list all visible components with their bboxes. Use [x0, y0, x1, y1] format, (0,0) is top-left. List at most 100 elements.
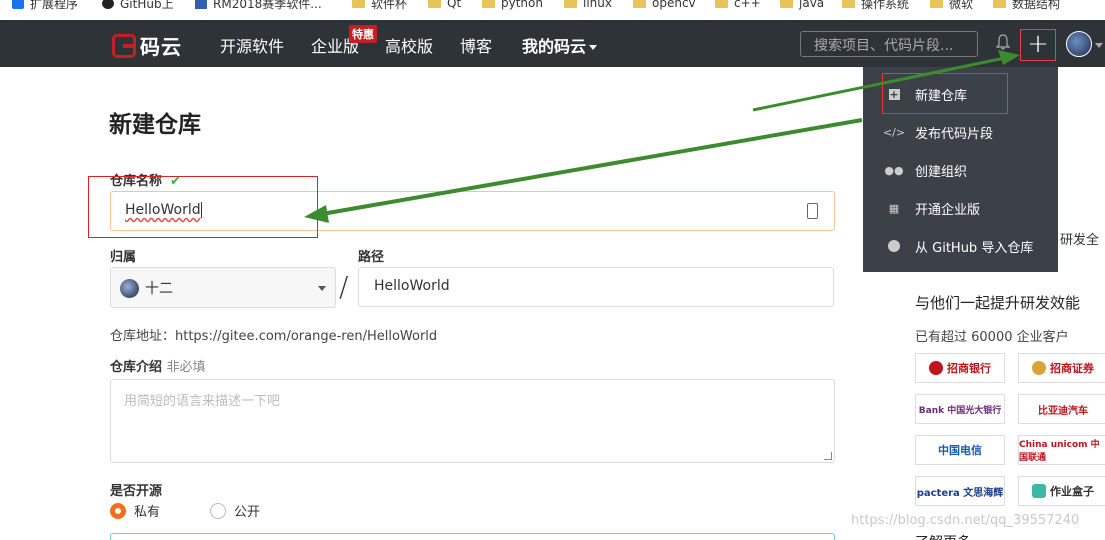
user-avatar[interactable] [1066, 31, 1092, 57]
folder-icon [993, 0, 1006, 8]
bookmarks-bar: 扩展程序 GitHub上 RM2018赛季软件... 软件杯 Qt python… [0, 0, 1105, 20]
public-label[interactable]: 公开 [234, 501, 260, 520]
menu-item-import-github[interactable]: 从 GitHub 导入仓库 [863, 227, 1058, 265]
client-logo-label: 中国电信 [938, 444, 982, 457]
menu-item-create-org[interactable]: ●● 创建组织 [863, 151, 1058, 189]
owner-value: 十二 [145, 281, 173, 297]
resize-handle[interactable] [824, 452, 832, 460]
bookmark-folder[interactable]: Qt [428, 0, 461, 13]
bookmark-label: GitHub上 [120, 0, 174, 11]
page-title: 新建仓库 [109, 112, 201, 138]
intro-label-text: 仓库介绍 [110, 360, 163, 375]
menu-item-label: 开通企业版 [915, 202, 981, 218]
client-logo: pactera 文思海辉 [915, 476, 1005, 506]
open-source-label: 是否开源 [110, 484, 163, 499]
learn-more[interactable]: 了解更多 [915, 532, 971, 540]
bookmark-extensions[interactable]: 扩展程序 [12, 0, 78, 13]
zybox-logo-icon [1032, 484, 1046, 498]
client-logo-label: 作业盒子 [1050, 485, 1094, 498]
github-icon [887, 239, 901, 253]
chevron-down-icon [318, 286, 326, 291]
cmb-logo-icon [929, 361, 943, 375]
folder-icon [715, 0, 728, 8]
client-logo-label: China unicom 中国联通 [1019, 440, 1100, 463]
nav-my-gitee-label: 我的码云 [522, 37, 587, 56]
puzzle-icon [12, 0, 24, 9]
client-logo-label: Bank 中国光大银行 [918, 405, 1002, 416]
client-logo-label: 比亚迪汽车 [1038, 405, 1088, 417]
github-icon [102, 0, 114, 9]
bookmark-rm2018[interactable]: RM2018赛季软件... [195, 0, 322, 13]
bell-icon[interactable] [996, 34, 1010, 50]
intro-placeholder: 用简短的语言来描述一下吧 [124, 394, 281, 409]
bookmark-folder[interactable]: 操作系统 [842, 0, 909, 13]
intro-textarea[interactable]: 用简短的语言来描述一下吧 [110, 379, 835, 463]
client-logo: Bank 中国光大银行 [915, 394, 1005, 424]
bookmark-folder[interactable]: linux [564, 0, 612, 13]
field-assist-icon[interactable] [807, 203, 818, 219]
bookmark-folder[interactable]: 微软 [930, 0, 973, 13]
bookmark-folder[interactable]: opencv [633, 0, 696, 13]
nav-open-source[interactable]: 开源软件 [220, 33, 284, 57]
building-icon: ▦ [888, 201, 900, 215]
users-icon: ●● [884, 163, 904, 177]
folder-icon [930, 0, 943, 8]
bookmark-label: python [501, 0, 543, 10]
side-heading: 与他们一起提升研发效能 [915, 294, 1081, 312]
private-label[interactable]: 私有 [134, 501, 160, 520]
visibility-radio-group: 私有 公开 [110, 501, 260, 520]
bookmark-folder[interactable]: python [482, 0, 543, 13]
repo-address: 仓库地址：https://gitee.com/orange-ren/HelloW… [110, 329, 438, 344]
client-logo: 招商证券 [1018, 353, 1105, 383]
menu-item-label: 从 GitHub 导入仓库 [915, 240, 1034, 256]
watermark: https://blog.csdn.net/qq_39557240 [851, 513, 1080, 528]
bookmark-github[interactable]: GitHub上 [102, 0, 174, 13]
top-nav: 码云 开源软件 企业版 特惠 高校版 博客 我的码云 搜索项目、代码片段... … [0, 20, 1105, 67]
bookmark-folder[interactable]: java [780, 0, 824, 13]
public-radio[interactable] [210, 502, 227, 519]
annotation-box-new-repo [882, 73, 1008, 114]
bookmark-label: 数据结构 [1012, 0, 1061, 11]
path-input[interactable]: HelloWorld [358, 267, 834, 307]
bookmark-label: 软件杯 [371, 0, 408, 11]
bookmark-label: c++ [734, 0, 761, 10]
screen: 扩展程序 GitHub上 RM2018赛季软件... 软件杯 Qt python… [0, 0, 1105, 540]
intro-label: 仓库介绍 非必填 [110, 356, 206, 375]
folder-icon [780, 0, 793, 8]
bookmark-label: opencv [652, 0, 696, 10]
bookmark-label: RM2018赛季软件... [213, 0, 322, 11]
bookmark-folder[interactable]: 数据结构 [993, 0, 1060, 13]
bookmark-site-icon [195, 0, 207, 9]
next-field-box[interactable] [110, 533, 835, 540]
private-radio[interactable] [110, 502, 126, 519]
bookmark-label: java [799, 0, 825, 10]
bookmark-label: 微软 [949, 0, 974, 11]
chevron-down-icon [589, 45, 598, 50]
client-logo-label: pactera 文思海辉 [916, 487, 1004, 499]
client-logo: China unicom 中国联通 [1018, 435, 1105, 465]
nav-my-gitee[interactable]: 我的码云 [522, 33, 598, 57]
client-logo: 招商银行 [915, 353, 1005, 383]
folder-icon [352, 0, 365, 8]
folder-icon [633, 0, 646, 8]
chevron-down-icon[interactable] [1095, 43, 1103, 48]
client-logo: 比亚迪汽车 [1018, 394, 1105, 424]
menu-item-publish-snippet[interactable]: </> 发布代码片段 [863, 113, 1058, 151]
bookmark-folder[interactable]: 软件杯 [352, 0, 407, 13]
client-logo: 中国电信 [915, 435, 1005, 465]
create-plus-button[interactable]: + [1020, 29, 1056, 61]
annotation-box-repo-name [88, 176, 318, 238]
owner-avatar [120, 279, 139, 298]
client-logo-label: 招商证券 [1050, 362, 1094, 375]
cms-logo-icon [1032, 361, 1046, 375]
folder-icon [482, 0, 495, 8]
nav-education[interactable]: 高校版 [385, 33, 433, 57]
owner-select[interactable]: 十二 [110, 267, 336, 308]
gitee-logo[interactable]: 码云 [112, 31, 182, 60]
bookmark-folder[interactable]: c++ [715, 0, 761, 13]
folder-icon [428, 0, 441, 8]
menu-item-enterprise[interactable]: ▦ 开通企业版 [863, 189, 1058, 227]
nav-blog[interactable]: 博客 [460, 33, 492, 57]
client-logo: 作业盒子 [1018, 476, 1105, 506]
search-input[interactable]: 搜索项目、代码片段... [800, 31, 978, 57]
